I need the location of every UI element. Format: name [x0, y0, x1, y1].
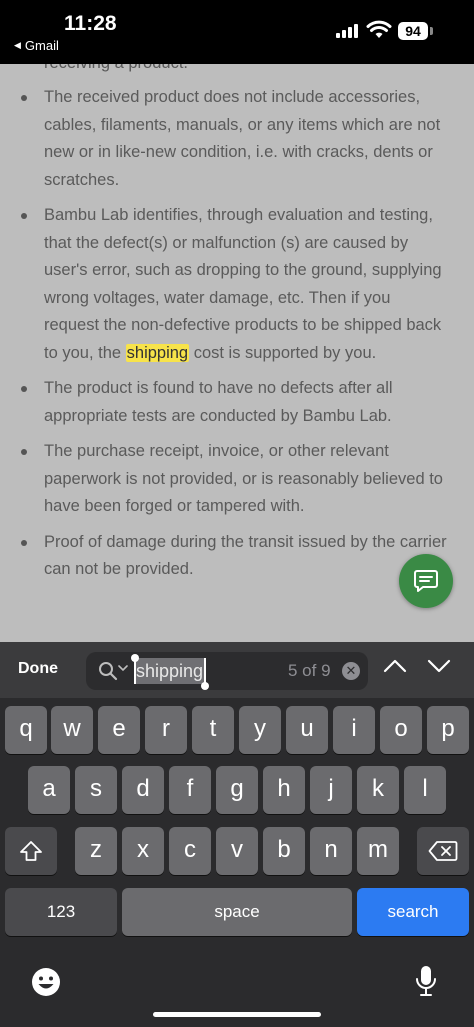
- key-p[interactable]: p: [427, 706, 469, 754]
- key-a[interactable]: a: [28, 766, 70, 814]
- home-indicator[interactable]: [153, 1012, 321, 1017]
- key-h[interactable]: h: [263, 766, 305, 814]
- list-item: The product is found to have no defects …: [0, 375, 474, 430]
- list-item-text: Bambu Lab identifies, through evaluation…: [44, 206, 442, 362]
- key-w[interactable]: w: [51, 706, 93, 754]
- chat-icon: [414, 570, 438, 592]
- key-n[interactable]: n: [310, 827, 352, 875]
- key-c[interactable]: c: [169, 827, 211, 875]
- search-key[interactable]: search: [357, 888, 469, 936]
- list-item: Bambu Lab identifies, through evaluation…: [0, 202, 474, 367]
- status-bar: 11:28 ◀ Gmail 94: [0, 0, 474, 64]
- key-u[interactable]: u: [286, 706, 328, 754]
- find-search-input[interactable]: shipping: [134, 658, 206, 684]
- selection-caret-end: [204, 658, 206, 684]
- clear-x-icon: ✕: [345, 663, 357, 678]
- search-options-chevron-icon[interactable]: [118, 664, 128, 672]
- previous-match-chevron-up-icon[interactable]: [383, 658, 407, 674]
- key-k[interactable]: k: [357, 766, 399, 814]
- find-search-field[interactable]: shipping 5 of 9 ✕: [86, 652, 368, 690]
- key-z[interactable]: z: [75, 827, 117, 875]
- key-s[interactable]: s: [75, 766, 117, 814]
- backspace-key[interactable]: [417, 827, 469, 875]
- status-time: 11:28: [64, 12, 117, 35]
- key-o[interactable]: o: [380, 706, 422, 754]
- search-match-highlight: shipping: [125, 343, 190, 362]
- key-r[interactable]: r: [145, 706, 187, 754]
- list-item-text: The received product does not include ac…: [44, 88, 441, 189]
- space-key[interactable]: space: [122, 888, 352, 936]
- next-match-chevron-down-icon[interactable]: [427, 658, 451, 674]
- exclusions-list: The received product does not include ac…: [0, 84, 474, 592]
- list-item-text-after: cost is supported by you.: [189, 343, 377, 362]
- document-content[interactable]: receiving a product. The received produc…: [0, 64, 474, 642]
- done-button[interactable]: Done: [18, 660, 58, 678]
- shift-arrow-icon: [20, 841, 42, 861]
- partial-text-line: receiving a product.: [44, 64, 188, 78]
- back-triangle-icon: ◀: [14, 40, 21, 50]
- selection-handle-end[interactable]: [201, 682, 209, 690]
- battery-cap: [430, 27, 433, 35]
- key-g[interactable]: g: [216, 766, 258, 814]
- on-screen-keyboard: q w e r t y u i o p a s d f g h j k l z …: [0, 698, 474, 1027]
- back-to-app-button[interactable]: ◀ Gmail: [14, 38, 59, 53]
- selection-caret-start: [134, 658, 136, 684]
- chat-button[interactable]: [399, 554, 453, 608]
- list-item-text: Proof of damage during the transit issue…: [44, 532, 447, 579]
- search-icon: [99, 662, 118, 681]
- key-l[interactable]: l: [404, 766, 446, 814]
- list-item-text: The product is found to have no defects …: [44, 379, 393, 425]
- key-x[interactable]: x: [122, 827, 164, 875]
- clear-search-button[interactable]: ✕: [342, 662, 360, 680]
- key-j[interactable]: j: [310, 766, 352, 814]
- key-t[interactable]: t: [192, 706, 234, 754]
- key-v[interactable]: v: [216, 827, 258, 875]
- key-d[interactable]: d: [122, 766, 164, 814]
- list-item: The received product does not include ac…: [0, 84, 474, 194]
- microphone-icon[interactable]: [414, 964, 438, 998]
- find-in-page-bar: Done shipping 5 of 9 ✕: [0, 642, 474, 698]
- key-f[interactable]: f: [169, 766, 211, 814]
- shift-key[interactable]: [5, 827, 57, 875]
- key-e[interactable]: e: [98, 706, 140, 754]
- list-item: The purchase receipt, invoice, or other …: [0, 438, 474, 521]
- key-m[interactable]: m: [357, 827, 399, 875]
- wifi-icon: [366, 20, 392, 38]
- battery-indicator: 94: [398, 22, 428, 40]
- back-app-label: Gmail: [24, 38, 59, 53]
- key-i[interactable]: i: [333, 706, 375, 754]
- list-item-text: The purchase receipt, invoice, or other …: [44, 442, 443, 515]
- backspace-icon: [428, 841, 458, 861]
- key-y[interactable]: y: [239, 706, 281, 754]
- emoji-icon[interactable]: [30, 966, 62, 998]
- numbers-key[interactable]: 123: [5, 888, 117, 936]
- match-count: 5 of 9: [288, 661, 331, 680]
- key-q[interactable]: q: [5, 706, 47, 754]
- key-b[interactable]: b: [263, 827, 305, 875]
- cellular-signal-icon: [336, 24, 362, 38]
